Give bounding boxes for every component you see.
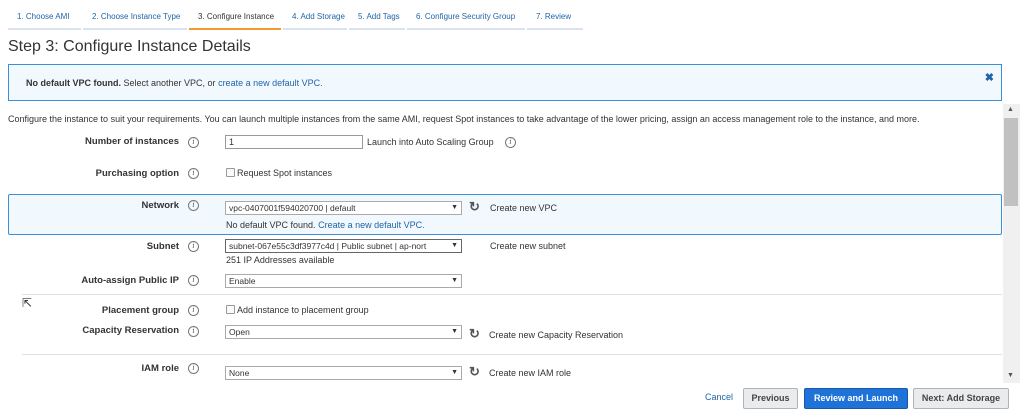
chevron-down-icon: ▼	[451, 277, 458, 284]
purchasing-label: Purchasing option	[95, 168, 179, 179]
alert-bold: No default VPC found.	[26, 78, 121, 88]
instances-label: Number of instances	[85, 136, 179, 147]
placement-label: Placement group	[101, 305, 179, 316]
info-icon[interactable]: i	[188, 326, 199, 337]
network-note: No default VPC found. Create a new defau…	[226, 220, 425, 230]
create-default-vpc-link-2[interactable]: Create a new default VPC.	[318, 220, 425, 230]
public-ip-value: Enable	[229, 276, 256, 286]
capacity-label: Capacity Reservation	[82, 325, 179, 336]
previous-button[interactable]: Previous	[743, 388, 798, 409]
spot-checkbox[interactable]	[226, 168, 235, 177]
network-select[interactable]: vpc-0407001f594020700 | default ▼	[225, 201, 462, 215]
public-ip-select[interactable]: Enable ▼	[225, 274, 462, 288]
info-icon[interactable]: i	[188, 363, 199, 374]
alert-text: Select another VPC, or	[121, 78, 219, 88]
subnet-note: 251 IP Addresses available	[226, 255, 335, 265]
placement-checkbox-label: Add instance to placement group	[237, 305, 369, 315]
network-value: vpc-0407001f594020700 | default	[229, 203, 356, 213]
chevron-down-icon: ▼	[451, 328, 458, 335]
chevron-down-icon: ▼	[451, 242, 458, 249]
scroll-down-icon[interactable]: ▼	[1007, 372, 1014, 379]
chevron-down-icon: ▼	[451, 369, 458, 376]
scroll-up-icon[interactable]: ▲	[1007, 106, 1014, 113]
info-icon[interactable]: i	[188, 275, 199, 286]
public-ip-label: Auto-assign Public IP	[81, 275, 179, 286]
review-and-launch-button[interactable]: Review and Launch	[804, 388, 908, 409]
instances-input[interactable]: 1	[225, 135, 363, 149]
iam-label: IAM role	[141, 363, 179, 374]
create-subnet-link[interactable]: Create new subnet	[490, 241, 566, 251]
iam-select[interactable]: None ▼	[225, 366, 462, 380]
tab-configure-instance[interactable]: 3. Configure Instance	[189, 8, 281, 30]
refresh-icon[interactable]: ↻	[469, 365, 480, 378]
chevron-down-icon: ▼	[451, 204, 458, 211]
info-icon[interactable]: i	[188, 137, 199, 148]
tab-review[interactable]: 7. Review	[527, 8, 583, 30]
refresh-icon[interactable]: ↻	[469, 327, 480, 340]
placement-checkbox[interactable]	[226, 305, 235, 314]
next-add-storage-button[interactable]: Next: Add Storage	[913, 388, 1009, 409]
subnet-value: subnet-067e55c3df3977c4d | Public subnet…	[229, 241, 427, 251]
info-icon[interactable]: i	[188, 200, 199, 211]
iam-value: None	[229, 368, 250, 378]
scroll-thumb[interactable]	[1004, 118, 1018, 206]
tab-choose-ami[interactable]: 1. Choose AMI	[8, 8, 81, 30]
info-icon[interactable]: i	[188, 241, 199, 252]
alert-message: No default VPC found. Select another VPC…	[26, 78, 323, 88]
info-icon[interactable]: i	[188, 305, 199, 316]
info-icon[interactable]: i	[188, 168, 199, 179]
page-title: Step 3: Configure Instance Details	[8, 38, 251, 55]
divider	[22, 294, 1002, 295]
auto-scaling-link[interactable]: Launch into Auto Scaling Group	[367, 137, 494, 147]
create-default-vpc-link[interactable]: create a new default VPC.	[218, 78, 323, 88]
cancel-button[interactable]: Cancel	[700, 388, 738, 409]
tab-choose-instance-type[interactable]: 2. Choose Instance Type	[83, 8, 187, 30]
create-vpc-link[interactable]: Create new VPC	[490, 203, 557, 213]
capacity-select[interactable]: Open ▼	[225, 325, 462, 339]
create-iam-link[interactable]: Create new IAM role	[489, 368, 571, 378]
capacity-value: Open	[229, 327, 250, 337]
network-label: Network	[141, 200, 179, 211]
divider	[22, 354, 1002, 355]
no-vpc-alert: No default VPC found. Select another VPC…	[8, 64, 1002, 101]
subnet-label: Subnet	[146, 241, 179, 252]
spot-checkbox-label: Request Spot instances	[237, 168, 333, 178]
tab-configure-security-group[interactable]: 6. Configure Security Group	[407, 8, 525, 30]
intro-text: Configure the instance to suit your requ…	[8, 114, 920, 124]
network-note-text: No default VPC found.	[226, 220, 316, 230]
refresh-icon[interactable]: ↻	[469, 200, 480, 213]
info-icon[interactable]: i	[505, 137, 516, 148]
subnet-select[interactable]: subnet-067e55c3df3977c4d | Public subnet…	[225, 239, 462, 253]
close-icon[interactable]: ✖	[985, 71, 994, 84]
tab-add-tags[interactable]: 5. Add Tags	[349, 8, 405, 30]
mouse-cursor-icon: ⇱	[22, 296, 33, 310]
create-capacity-link[interactable]: Create new Capacity Reservation	[489, 330, 623, 340]
tab-add-storage[interactable]: 4. Add Storage	[283, 8, 347, 30]
wizard-tabs: 1. Choose AMI 2. Choose Instance Type 3.…	[8, 8, 585, 30]
